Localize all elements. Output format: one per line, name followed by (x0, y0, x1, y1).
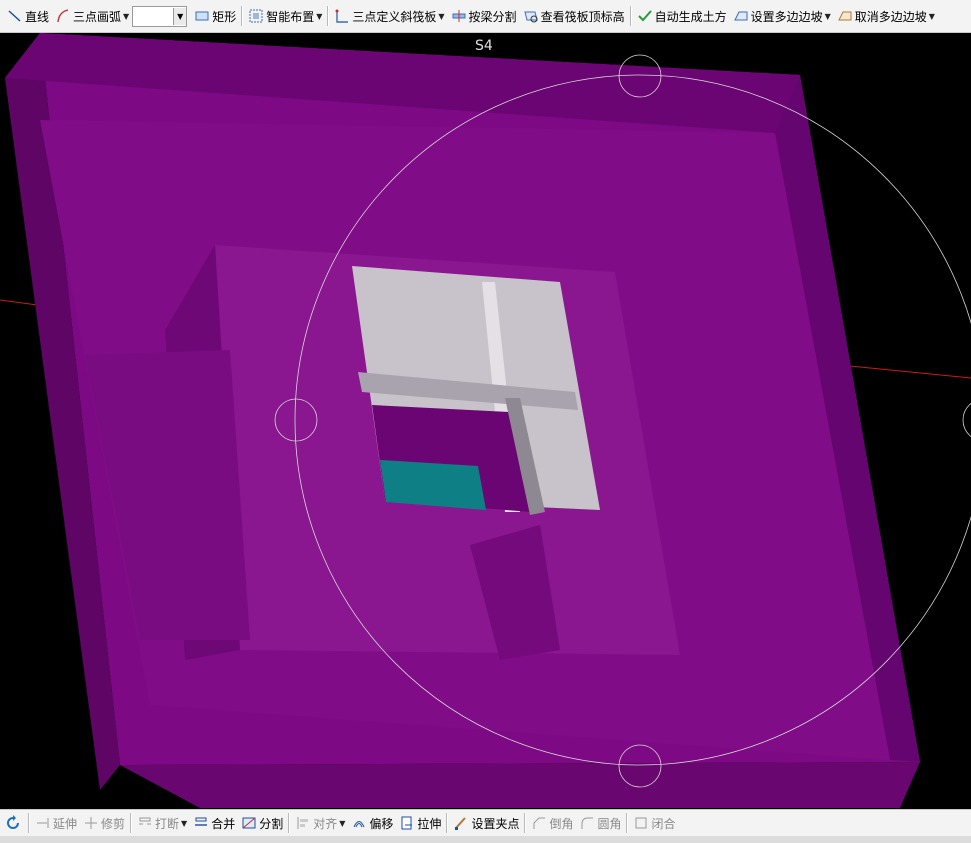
refresh-button[interactable] (2, 811, 26, 835)
auto-earthwork-label: 自动生成土方 (654, 9, 727, 24)
chevron-down-icon: ▼ (928, 11, 935, 21)
split-label: 分割 (259, 816, 284, 831)
chevron-down-icon[interactable]: ▼ (173, 7, 187, 25)
fillet-button[interactable]: 圆角 (576, 811, 624, 835)
three-point-icon (334, 8, 350, 24)
view-raft-top-button[interactable]: 查看筏板顶标高 (520, 4, 628, 28)
top-toolbar: 直线 三点画弧 ▼ ▼ 矩形 智能布置 ▼ 三点定义斜筏板 ▼ 按梁分割 查看筏… (0, 0, 971, 33)
chevron-down-icon: ▼ (824, 11, 831, 21)
set-multi-slope-button[interactable]: 设置多边边坡 ▼ (730, 4, 834, 28)
break-button[interactable]: 打断 ▼ (134, 811, 190, 835)
refresh-icon (5, 815, 21, 831)
split-icon (241, 815, 257, 831)
toolbar-separator (629, 6, 632, 26)
toolbar-separator (28, 813, 30, 833)
pencil-icon (453, 815, 469, 831)
close-label: 闭合 (651, 816, 676, 831)
offset-label: 偏移 (369, 816, 394, 831)
cancel-multi-slope-button[interactable]: 取消多边边坡 ▼ (834, 4, 938, 28)
set-multi-slope-label: 设置多边边坡 (750, 9, 823, 24)
merge-icon (193, 815, 209, 831)
toolbar-separator (130, 813, 133, 833)
close-shape-icon (633, 815, 649, 831)
trim-button[interactable]: 修剪 (80, 811, 128, 835)
auto-earthwork-button[interactable]: 自动生成土方 (634, 4, 730, 28)
smart-layout-button[interactable]: 智能布置 ▼ (245, 4, 325, 28)
extend-label: 延伸 (53, 816, 78, 831)
arc-label: 三点画弧 (73, 9, 122, 24)
align-label: 对齐 (313, 816, 338, 831)
break-label: 打断 (155, 816, 180, 831)
toolbar-separator (241, 6, 244, 26)
chevron-down-icon: ▼ (339, 818, 346, 828)
trim-label: 修剪 (101, 816, 126, 831)
align-button[interactable]: 对齐 ▼ (292, 811, 348, 835)
set-grip-button[interactable]: 设置夹点 (450, 811, 522, 835)
line-icon (7, 8, 23, 24)
x-axis-line-right (849, 365, 971, 379)
arc-button[interactable]: 三点画弧 ▼ (52, 4, 132, 28)
stretch-button[interactable]: 拉伸 (396, 811, 444, 835)
draw-mode-value (133, 8, 173, 25)
close-shape-button[interactable]: 闭合 (630, 811, 678, 835)
split-by-beam-button[interactable]: 按梁分割 (448, 4, 520, 28)
toolbar-separator (446, 813, 449, 833)
view-raft-top-label: 查看筏板顶标高 (540, 9, 625, 24)
smart-layout-label: 智能布置 (266, 9, 315, 24)
fillet-label: 圆角 (597, 816, 622, 831)
chevron-down-icon: ▼ (123, 11, 130, 21)
stretch-icon (399, 815, 415, 831)
checkmark-icon (637, 8, 653, 24)
align-icon (295, 815, 311, 831)
split-button[interactable]: 分割 (238, 811, 286, 835)
fillet-icon (579, 815, 595, 831)
elevation-view-icon (523, 8, 539, 24)
status-strip (0, 836, 971, 843)
extend-icon (35, 815, 51, 831)
merge-label: 合并 (211, 816, 236, 831)
offset-icon (351, 815, 367, 831)
bottom-toolbar: 延伸 修剪 打断 ▼ 合并 分割 对齐 ▼ 偏移 拉伸 设置夹点 倒角 圆角 闭… (0, 809, 971, 836)
pit-bottom-teal (380, 460, 486, 510)
three-point-slope-label: 三点定义斜筏板 (352, 9, 437, 24)
line-button[interactable]: 直线 (4, 4, 52, 28)
chevron-down-icon: ▼ (181, 818, 188, 828)
3d-viewport[interactable]: S4 (0, 33, 971, 809)
line-label: 直线 (25, 9, 50, 24)
rectangle-icon (194, 8, 210, 24)
cancel-multi-slope-label: 取消多边边坡 (854, 9, 927, 24)
beam-split-icon (451, 8, 467, 24)
raft-slab-front-face (120, 762, 920, 808)
offset-button[interactable]: 偏移 (348, 811, 396, 835)
trim-icon (83, 815, 99, 831)
arc-icon (55, 8, 71, 24)
rect-button[interactable]: 矩形 (191, 4, 239, 28)
grid-layout-icon (248, 8, 264, 24)
toolbar-separator (524, 813, 527, 833)
three-point-slope-button[interactable]: 三点定义斜筏板 ▼ (331, 4, 447, 28)
slope-icon (733, 8, 749, 24)
set-grip-label: 设置夹点 (471, 816, 520, 831)
break-icon (137, 815, 153, 831)
stretch-label: 拉伸 (417, 816, 442, 831)
split-by-beam-label: 按梁分割 (468, 9, 517, 24)
draw-mode-select[interactable]: ▼ (132, 5, 188, 27)
chevron-down-icon: ▼ (438, 11, 445, 21)
orbit-label: S4 (475, 38, 493, 54)
toolbar-separator (327, 6, 330, 26)
cancel-slope-icon (837, 8, 853, 24)
chamfer-label: 倒角 (549, 816, 574, 831)
orbit-handle-right[interactable] (962, 399, 971, 441)
chamfer-button[interactable]: 倒角 (528, 811, 576, 835)
chevron-down-icon: ▼ (316, 11, 323, 21)
rect-label: 矩形 (212, 9, 237, 24)
toolbar-separator (626, 813, 629, 833)
merge-button[interactable]: 合并 (190, 811, 238, 835)
extend-button[interactable]: 延伸 (32, 811, 80, 835)
toolbar-separator (288, 813, 291, 833)
chamfer-icon (531, 815, 547, 831)
scene-canvas: S4 (0, 33, 971, 808)
